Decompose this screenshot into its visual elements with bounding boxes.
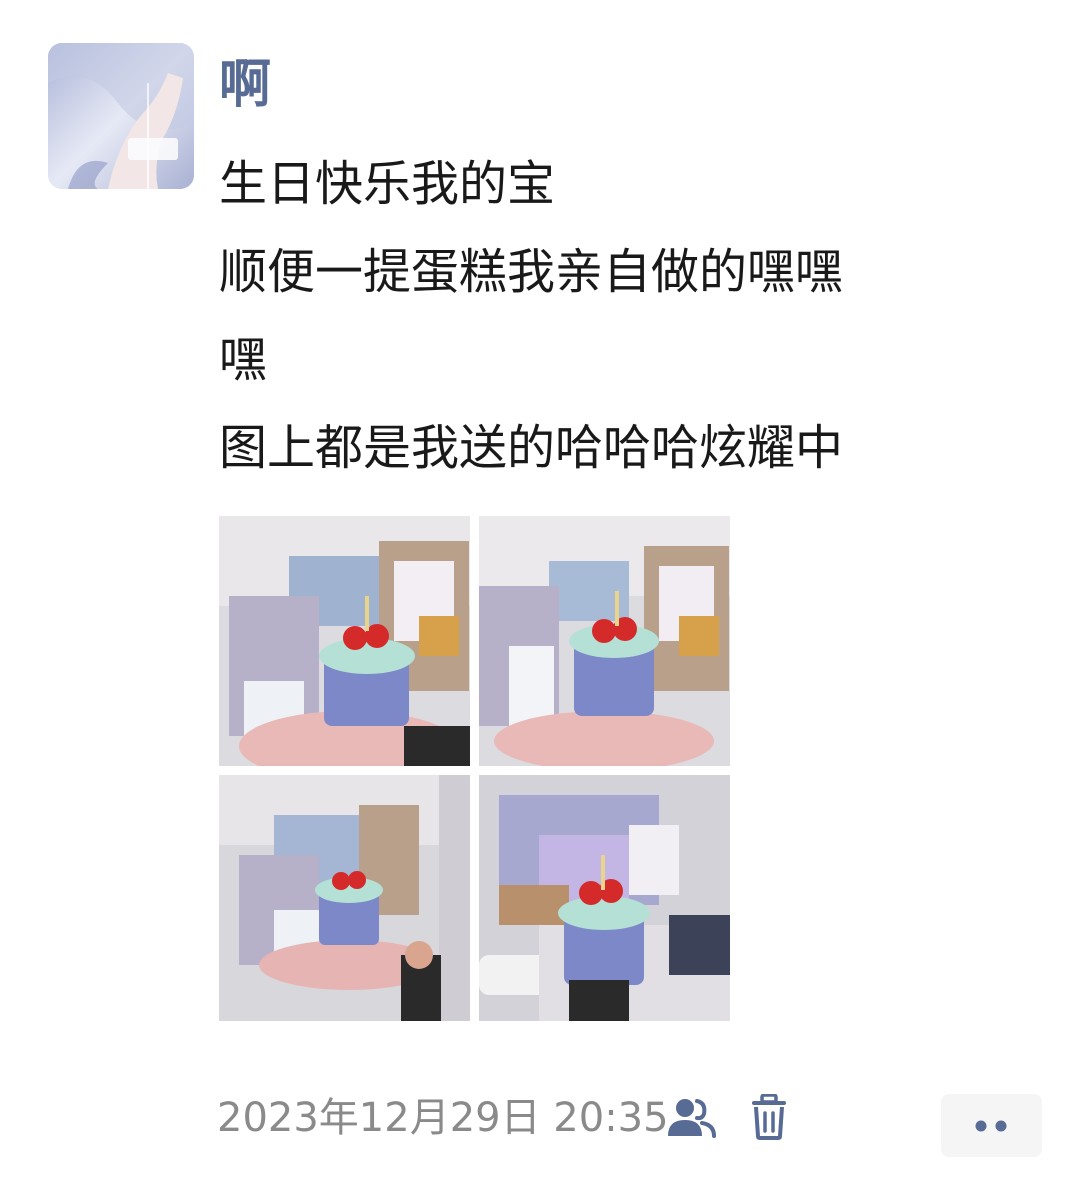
author-name[interactable]: 啊 xyxy=(219,50,271,120)
post-text-line: 图上都是我送的哈哈哈炫耀中 xyxy=(219,420,844,476)
more-dots-icon xyxy=(975,1120,1007,1132)
photo-thumbnail[interactable] xyxy=(479,516,730,766)
post-text: 生日快乐我的宝 顺便一提蛋糕我亲自做的嘿嘿 嘿 图上都是我送的哈哈哈炫耀中 xyxy=(219,140,1019,492)
photo-thumbnail[interactable] xyxy=(479,775,730,1021)
avatar-image xyxy=(48,43,194,189)
photo-thumbnail[interactable] xyxy=(219,516,470,766)
post-text-line: 顺便一提蛋糕我亲自做的嘿嘿 xyxy=(219,244,844,300)
more-button[interactable] xyxy=(941,1094,1042,1157)
avatar[interactable] xyxy=(48,43,194,189)
photo-grid xyxy=(219,516,730,1021)
post-text-line: 嘿 xyxy=(219,332,268,388)
post-timestamp: 2023年12月29日 20:35 xyxy=(217,1095,669,1141)
photo-thumbnail[interactable] xyxy=(219,775,470,1021)
trash-icon[interactable] xyxy=(749,1093,789,1140)
post-text-line: 生日快乐我的宝 xyxy=(219,156,556,212)
friends-icon xyxy=(666,1096,718,1140)
